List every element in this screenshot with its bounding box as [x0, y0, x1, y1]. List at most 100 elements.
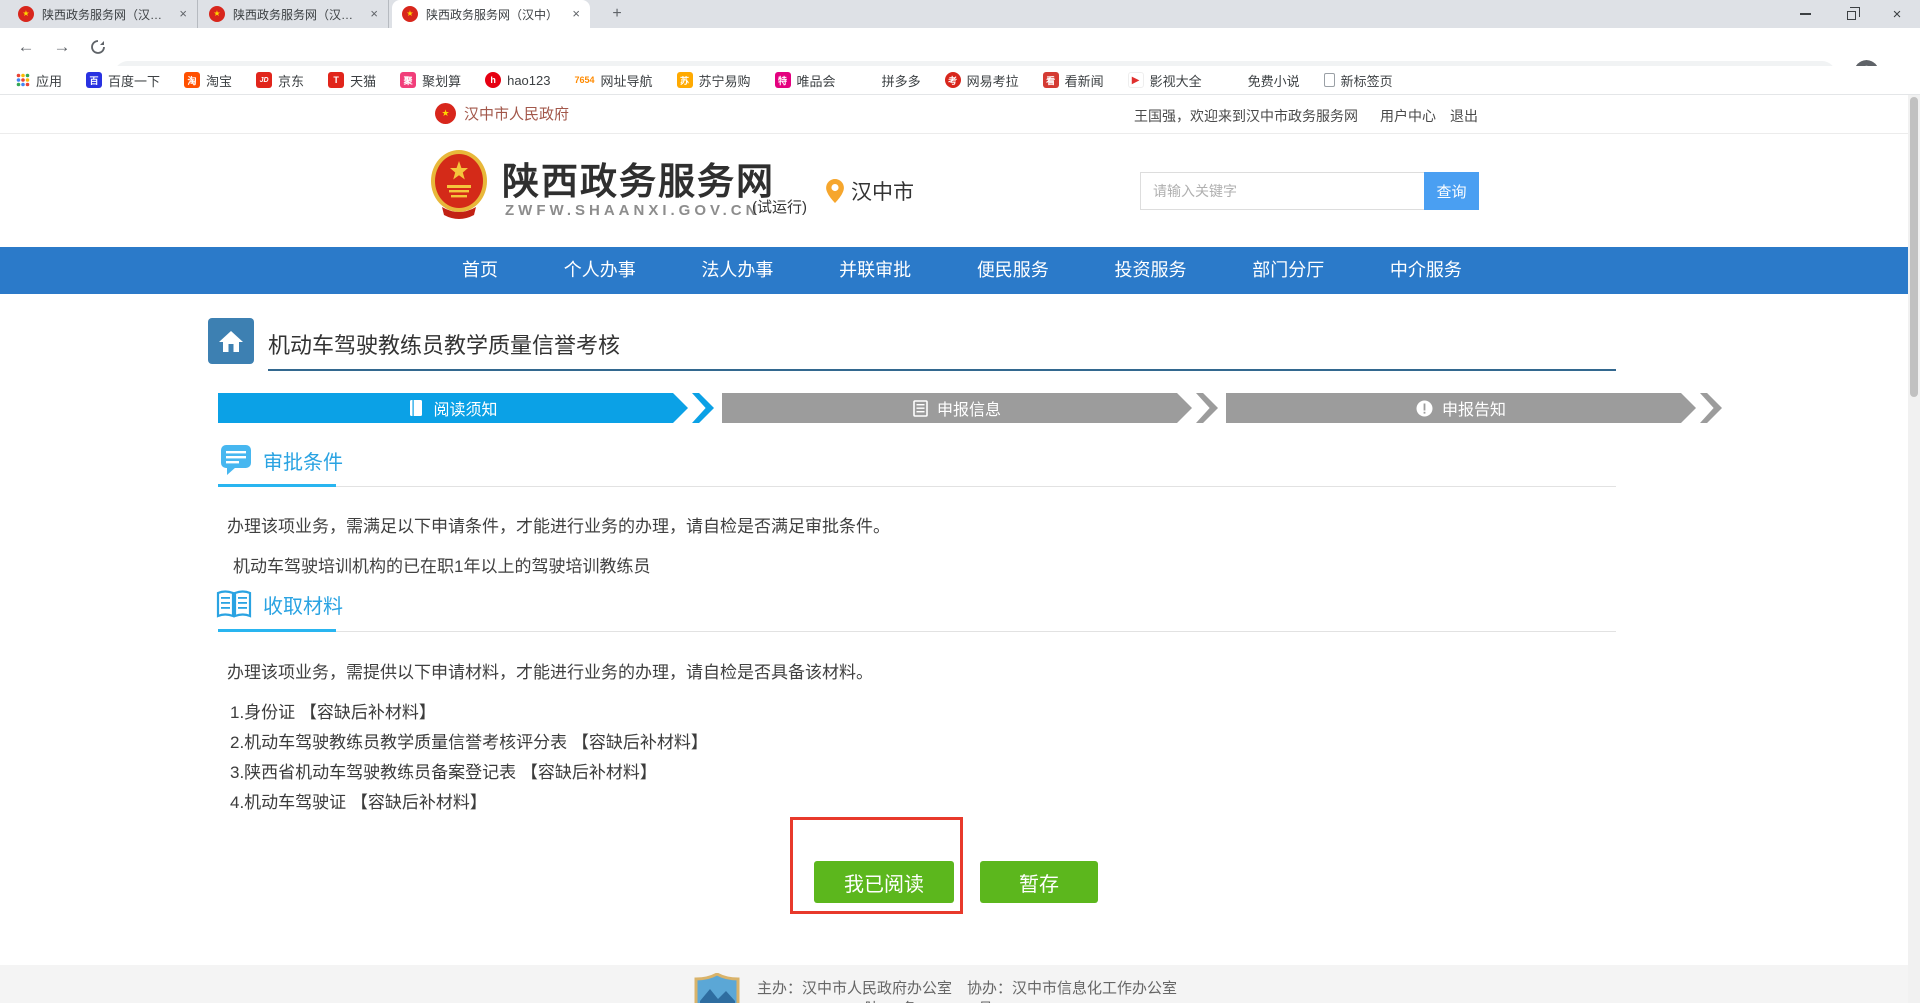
browser-toolbar: ← → 不安全 zwfw.hanzhong.gov.cn/icity/icity… — [0, 28, 1920, 66]
nav-item-joint[interactable]: 并联审批 — [839, 247, 911, 294]
bookmark-tmall[interactable]: T 天猫 — [328, 71, 376, 90]
back-button[interactable]: ← — [14, 35, 38, 59]
page-title: 机动车驾驶教练员教学质量信誉考核 — [268, 328, 620, 360]
reload-button[interactable] — [86, 35, 110, 59]
bookmark-label: 京东 — [278, 71, 304, 90]
material-item-4: 4.机动车驾驶证 【容缺后补材料】 — [230, 788, 487, 813]
bookmark-apps[interactable]: 应用 — [16, 71, 62, 90]
tmall-icon: T — [328, 72, 344, 88]
welcome-text: 王国强，欢迎来到汉中市政务服务网 — [1134, 106, 1358, 126]
step-chevron-icon — [1196, 393, 1218, 423]
bookmark-novel[interactable]: 免费小说 — [1226, 71, 1300, 90]
condition-item: 机动车驾驶培训机构的已在职1年以上的驾驶培训教练员 — [233, 552, 650, 577]
city-selector[interactable]: 汉中市 — [826, 176, 914, 206]
step-tab-read-notice[interactable]: 阅读须知 — [218, 393, 714, 423]
section-underline-accent — [218, 484, 336, 487]
site-header: 陕西政务服务网 ZWFW.SHAANXI.GOV.CN (试运行) 汉中市 查询 — [0, 134, 1920, 247]
user-center-link[interactable]: 用户中心 — [1380, 106, 1436, 126]
restore-button[interactable] — [1828, 0, 1874, 28]
tab-title: 陕西政务服务网（汉中） — [426, 6, 564, 23]
materials-intro: 办理该项业务，需提供以下申请材料，才能进行业务的办理，请自检是否具备该材料。 — [227, 658, 873, 683]
gov-home-link[interactable]: ★ 汉中市人民政府 — [435, 103, 569, 124]
scrollbar-thumb[interactable] — [1910, 97, 1918, 397]
title-underline — [268, 369, 1616, 371]
bookmark-label: 免费小说 — [1248, 71, 1300, 90]
section-underline-accent — [218, 629, 336, 632]
page-scrollbar[interactable] — [1908, 95, 1920, 1003]
bookmark-label: 天猫 — [350, 71, 376, 90]
browser-tab-1[interactable]: ★ 陕西政务服务网（汉中） × — [8, 0, 198, 28]
new-tab-button[interactable]: + — [604, 4, 630, 24]
browser-tab-2[interactable]: ★ 陕西政务服务网（汉中） × — [199, 0, 389, 28]
home-icon — [218, 328, 244, 354]
nav-item-legal[interactable]: 法人办事 — [701, 247, 773, 294]
tab-close-icon[interactable]: × — [572, 7, 580, 21]
close-button[interactable]: × — [1874, 0, 1920, 28]
minimize-button[interactable] — [1782, 0, 1828, 28]
bookmark-vip[interactable]: 特 唯品会 — [775, 71, 836, 90]
page-title-home-badge — [208, 318, 254, 364]
tab-close-icon[interactable]: × — [179, 7, 187, 21]
page-content: 机动车驾驶教练员教学质量信誉考核 阅读须知 — [0, 294, 1920, 965]
national-emblem-logo[interactable] — [430, 149, 488, 226]
site-logo-title[interactable]: 陕西政务服务网 — [502, 151, 775, 205]
minimize-icon — [1800, 13, 1811, 15]
save-draft-button[interactable]: 暂存 — [980, 861, 1098, 903]
bookmark-taobao[interactable]: 淘 淘宝 — [184, 71, 232, 90]
nav-item-home[interactable]: 首页 — [462, 247, 498, 294]
exclamation-icon — [1416, 400, 1433, 417]
bookmarks-bar: 应用 百 百度一下 淘 淘宝 JD 京东 T 天猫 聚 聚划算 h hao123… — [0, 66, 1920, 95]
novel-icon — [1226, 72, 1242, 88]
tab-close-icon[interactable]: × — [370, 7, 378, 21]
step-label: 申报信息 — [937, 396, 1001, 420]
speech-bubble-icon — [220, 443, 252, 477]
bookmark-7654[interactable]: 7654 网址导航 — [574, 71, 652, 90]
logout-link[interactable]: 退出 — [1450, 106, 1478, 126]
step-tab-declare-info[interactable]: 申报信息 — [722, 393, 1218, 423]
bookmark-jd[interactable]: JD 京东 — [256, 71, 304, 90]
bookmark-news[interactable]: 看 看新闻 — [1043, 71, 1104, 90]
bookmark-suning[interactable]: 苏 苏宁易购 — [677, 71, 751, 90]
section-title: 收取材料 — [263, 590, 343, 621]
site-footer: 主办：汉中市人民政府办公室 协办：汉中市信息化工作办公室 陕ICP备140000… — [0, 965, 1920, 1003]
emblem-icon: ★ — [435, 103, 456, 124]
nav-item-investment[interactable]: 投资服务 — [1115, 247, 1187, 294]
baidu-icon: 百 — [86, 72, 102, 88]
bookmark-label: 拼多多 — [882, 71, 921, 90]
city-name: 汉中市 — [851, 176, 914, 206]
bookmark-label: 百度一下 — [108, 71, 160, 90]
read-confirm-button[interactable]: 我已阅读 — [814, 861, 954, 903]
bookmark-yingshi[interactable]: ▶ 影视大全 — [1128, 71, 1202, 90]
notice-book-icon — [408, 399, 424, 417]
site-logo-domain: ZWFW.SHAANXI.GOV.CN — [505, 202, 760, 219]
7654-icon: 7654 — [574, 72, 594, 88]
bookmark-label: 网址导航 — [601, 71, 653, 90]
tab-title: 陕西政务服务网（汉中） — [42, 6, 171, 23]
section-underline — [218, 631, 1616, 632]
nav-item-convenience[interactable]: 便民服务 — [977, 247, 1049, 294]
bookmark-newtab[interactable]: 新标签页 — [1324, 71, 1393, 90]
trial-label: (试运行) — [752, 196, 807, 217]
step-tab-declare-notice[interactable]: 申报告知 — [1226, 393, 1722, 423]
bookmark-juhuasuan[interactable]: 聚 聚划算 — [400, 71, 461, 90]
bookmark-hao123[interactable]: h hao123 — [485, 72, 550, 88]
browser-tab-3-active[interactable]: ★ 陕西政务服务网（汉中） × — [392, 0, 590, 28]
search-button[interactable]: 查询 — [1424, 172, 1479, 210]
nav-item-personal[interactable]: 个人办事 — [564, 247, 636, 294]
bookmark-kaola[interactable]: 考 网易考拉 — [945, 71, 1019, 90]
search-input[interactable] — [1140, 172, 1424, 210]
jd-icon: JD — [256, 72, 272, 88]
kaola-icon: 考 — [945, 72, 961, 88]
forward-button[interactable]: → — [50, 35, 74, 59]
tab-strip: ★ 陕西政务服务网（汉中） × ★ 陕西政务服务网（汉中） × ★ 陕西政务服务… — [0, 0, 1920, 28]
reload-icon — [90, 39, 106, 55]
material-item-3: 3.陕西省机动车驾驶教练员备案登记表 【容缺后补材料】 — [230, 758, 657, 783]
apps-grid-icon — [16, 73, 30, 87]
play-icon: ▶ — [1128, 72, 1144, 88]
nav-item-intermediary[interactable]: 中介服务 — [1390, 247, 1462, 294]
nav-item-departments[interactable]: 部门分厅 — [1252, 247, 1324, 294]
bookmark-baidu[interactable]: 百 百度一下 — [86, 71, 160, 90]
material-item-1: 1.身份证 【容缺后补材料】 — [230, 698, 436, 723]
bookmark-pinduoduo[interactable]: 拼多多 — [860, 71, 921, 90]
section-materials-header: 收取材料 — [216, 589, 343, 621]
